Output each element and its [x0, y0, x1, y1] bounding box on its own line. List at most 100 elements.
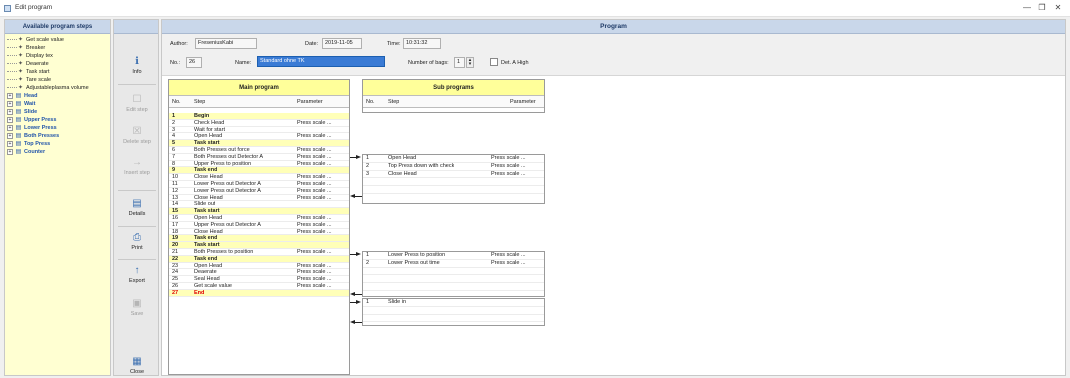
table-row[interactable]: 13 Close Head Press scale ... [169, 195, 349, 202]
expand-icon[interactable]: + [7, 117, 13, 123]
tree-item-label: Task start [26, 69, 50, 75]
window-title: Edit program [15, 4, 53, 11]
table-row[interactable]: 2 Top Press down with check Press scale ..… [363, 163, 544, 171]
table-row[interactable] [363, 275, 544, 284]
expand-icon[interactable]: + [7, 125, 13, 131]
time-field[interactable]: 10:31:32 [403, 38, 441, 49]
table-row[interactable]: 10 Close Head Press scale ... [169, 174, 349, 181]
tree-item[interactable]: + ▤ Head [7, 92, 110, 100]
table-row[interactable]: 1 Open Head Press scale ... [363, 155, 544, 163]
no-field[interactable]: 26 [186, 57, 202, 68]
expand-icon[interactable]: + [7, 133, 13, 139]
table-row[interactable]: 21 Both Presses to position Press scale ..… [169, 249, 349, 256]
edit-step-button[interactable]: ☐ Edit step [119, 94, 155, 113]
step-number: 1 [366, 299, 370, 305]
tree-item[interactable]: + ▤ Lower Press [7, 124, 110, 132]
expand-icon[interactable]: + [7, 93, 13, 99]
table-row[interactable]: 20 Task start [169, 242, 349, 249]
tree-item[interactable]: + ▤ Both Presses [7, 132, 110, 140]
info-button[interactable]: ℹ Info [119, 56, 155, 75]
tree-item-label: Deaerate [26, 61, 49, 67]
step-parameter: Press scale ... [491, 252, 526, 258]
table-row[interactable] [363, 315, 544, 323]
table-row[interactable]: 27 End [169, 289, 349, 297]
name-field[interactable]: Standard ohne TK [257, 56, 385, 67]
save-button[interactable]: ▣ Save [119, 298, 155, 317]
tree-item[interactable]: ✦ Task start [7, 68, 110, 76]
table-row[interactable]: 22 Task end [169, 255, 349, 263]
minimize-button[interactable]: — [1020, 2, 1034, 14]
close-button[interactable]: ▦ Close [119, 356, 155, 375]
details-button[interactable]: ▤ Details [119, 198, 155, 217]
table-row[interactable]: 2 Lower Press out time Press scale ... [363, 260, 544, 268]
step-name: Deaerate [194, 269, 217, 276]
table-row[interactable]: 17 Upper Press out Detector A Press scale … [169, 222, 349, 229]
restore-button[interactable]: ❐ [1035, 2, 1049, 14]
folder-icon: ▤ [15, 149, 22, 155]
print-button[interactable]: ⎙ Print [119, 232, 155, 251]
table-row[interactable]: 8 Upper Press to position Press scale ... [169, 161, 349, 168]
table-row[interactable]: 6 Both Presses out force Press scale ... [169, 147, 349, 154]
table-row[interactable] [363, 307, 544, 315]
table-row[interactable]: 5 Task start [169, 140, 349, 147]
step-parameter: Press scale ... [297, 180, 332, 187]
tree-item[interactable]: ✦ Adjustableplasma volume [7, 84, 110, 92]
tree-item[interactable]: + ▤ Upper Press [7, 116, 110, 124]
table-row[interactable]: 24 Deaerate Press scale ... [169, 269, 349, 277]
available-steps-header: Available program steps [5, 20, 110, 34]
folder-icon: ▤ [15, 101, 22, 107]
expand-icon[interactable]: + [7, 109, 13, 115]
tree-item[interactable]: + ▤ Counter [7, 148, 110, 156]
step-number: 15 [172, 208, 179, 215]
details-icon: ▤ [132, 198, 142, 209]
table-row[interactable]: 4 Open Head Press scale ... [169, 133, 349, 141]
tree-item-label: Display tex [26, 53, 53, 59]
author-field[interactable]: FreseniusKabi [195, 38, 257, 49]
close-window-button[interactable]: ✕ [1051, 2, 1065, 14]
table-row[interactable] [363, 283, 544, 291]
table-row[interactable]: 1 Begin [169, 113, 349, 120]
tree-item[interactable]: + ▤ Wait [7, 100, 110, 108]
tree-item[interactable]: ✦ Display tex [7, 52, 110, 60]
table-row[interactable]: 16 Open Head Press scale ... [169, 215, 349, 222]
bags-stepper[interactable]: ▴ ▾ [466, 57, 474, 68]
date-field[interactable]: 2019-11-05 [322, 38, 362, 49]
table-row[interactable]: 12 Lower Press out Detector A Press scale … [169, 188, 349, 195]
step-name: Top Press down with check [388, 162, 455, 169]
table-row[interactable]: 23 Open Head Press scale ... [169, 263, 349, 270]
expand-icon[interactable]: + [7, 101, 13, 107]
tree-item[interactable]: ✦ Breaker [7, 44, 110, 52]
tree-item[interactable]: ✦ Deaerate [7, 60, 110, 68]
tree-item[interactable]: + ▤ Slide [7, 108, 110, 116]
main-program-rows: 1 Begin 2 Check Head Press scale ... 3 Wait fo… [169, 113, 349, 297]
tree-item[interactable]: ✦ Tare scale [7, 76, 110, 84]
table-row[interactable]: 26 Get scale value Press scale ... [169, 283, 349, 290]
table-row[interactable]: 11 Lower Press out Detector A Press scale … [169, 181, 349, 188]
table-row[interactable] [363, 268, 544, 276]
export-button[interactable]: ↑ Export [119, 265, 155, 284]
det-a-high-checkbox[interactable] [490, 58, 498, 66]
table-row[interactable]: 9 Task end [169, 167, 349, 175]
table-row[interactable]: 3 Wait for start [169, 127, 349, 134]
table-row[interactable]: 14 Slide out [169, 201, 349, 209]
table-row[interactable] [363, 186, 544, 194]
expand-icon[interactable]: + [7, 141, 13, 147]
table-row[interactable]: 1 Slide in [363, 299, 544, 307]
expand-icon[interactable]: + [7, 149, 13, 155]
table-row[interactable]: 7 Both Presses out Detector A Press scale … [169, 154, 349, 161]
table-row[interactable] [363, 178, 544, 187]
table-row[interactable]: 15 Task start [169, 208, 349, 215]
step-number: 5 [172, 140, 176, 147]
delete-step-button[interactable]: ☒ Delete step [119, 126, 155, 145]
table-row[interactable]: 18 Close Head Press scale ... [169, 229, 349, 236]
table-row[interactable]: 3 Close Head Press scale ... [363, 171, 544, 179]
bags-field[interactable]: 1 [454, 57, 465, 68]
table-row[interactable]: 1 Lower Press to position Press scale ... [363, 252, 544, 260]
table-row[interactable]: 2 Check Head Press scale ... [169, 120, 349, 127]
steps-tree[interactable]: ✦ Get scale value ✦ Breaker ✦ Display tex ✦ Dea… [5, 34, 110, 375]
tree-item[interactable]: ✦ Get scale value [7, 36, 110, 44]
table-row[interactable]: 19 Task end [169, 235, 349, 243]
table-row[interactable]: 25 Seal Head Press scale ... [169, 276, 349, 283]
tree-item[interactable]: + ▤ Top Press [7, 140, 110, 148]
insert-step-button[interactable]: → Insert step [119, 157, 155, 176]
